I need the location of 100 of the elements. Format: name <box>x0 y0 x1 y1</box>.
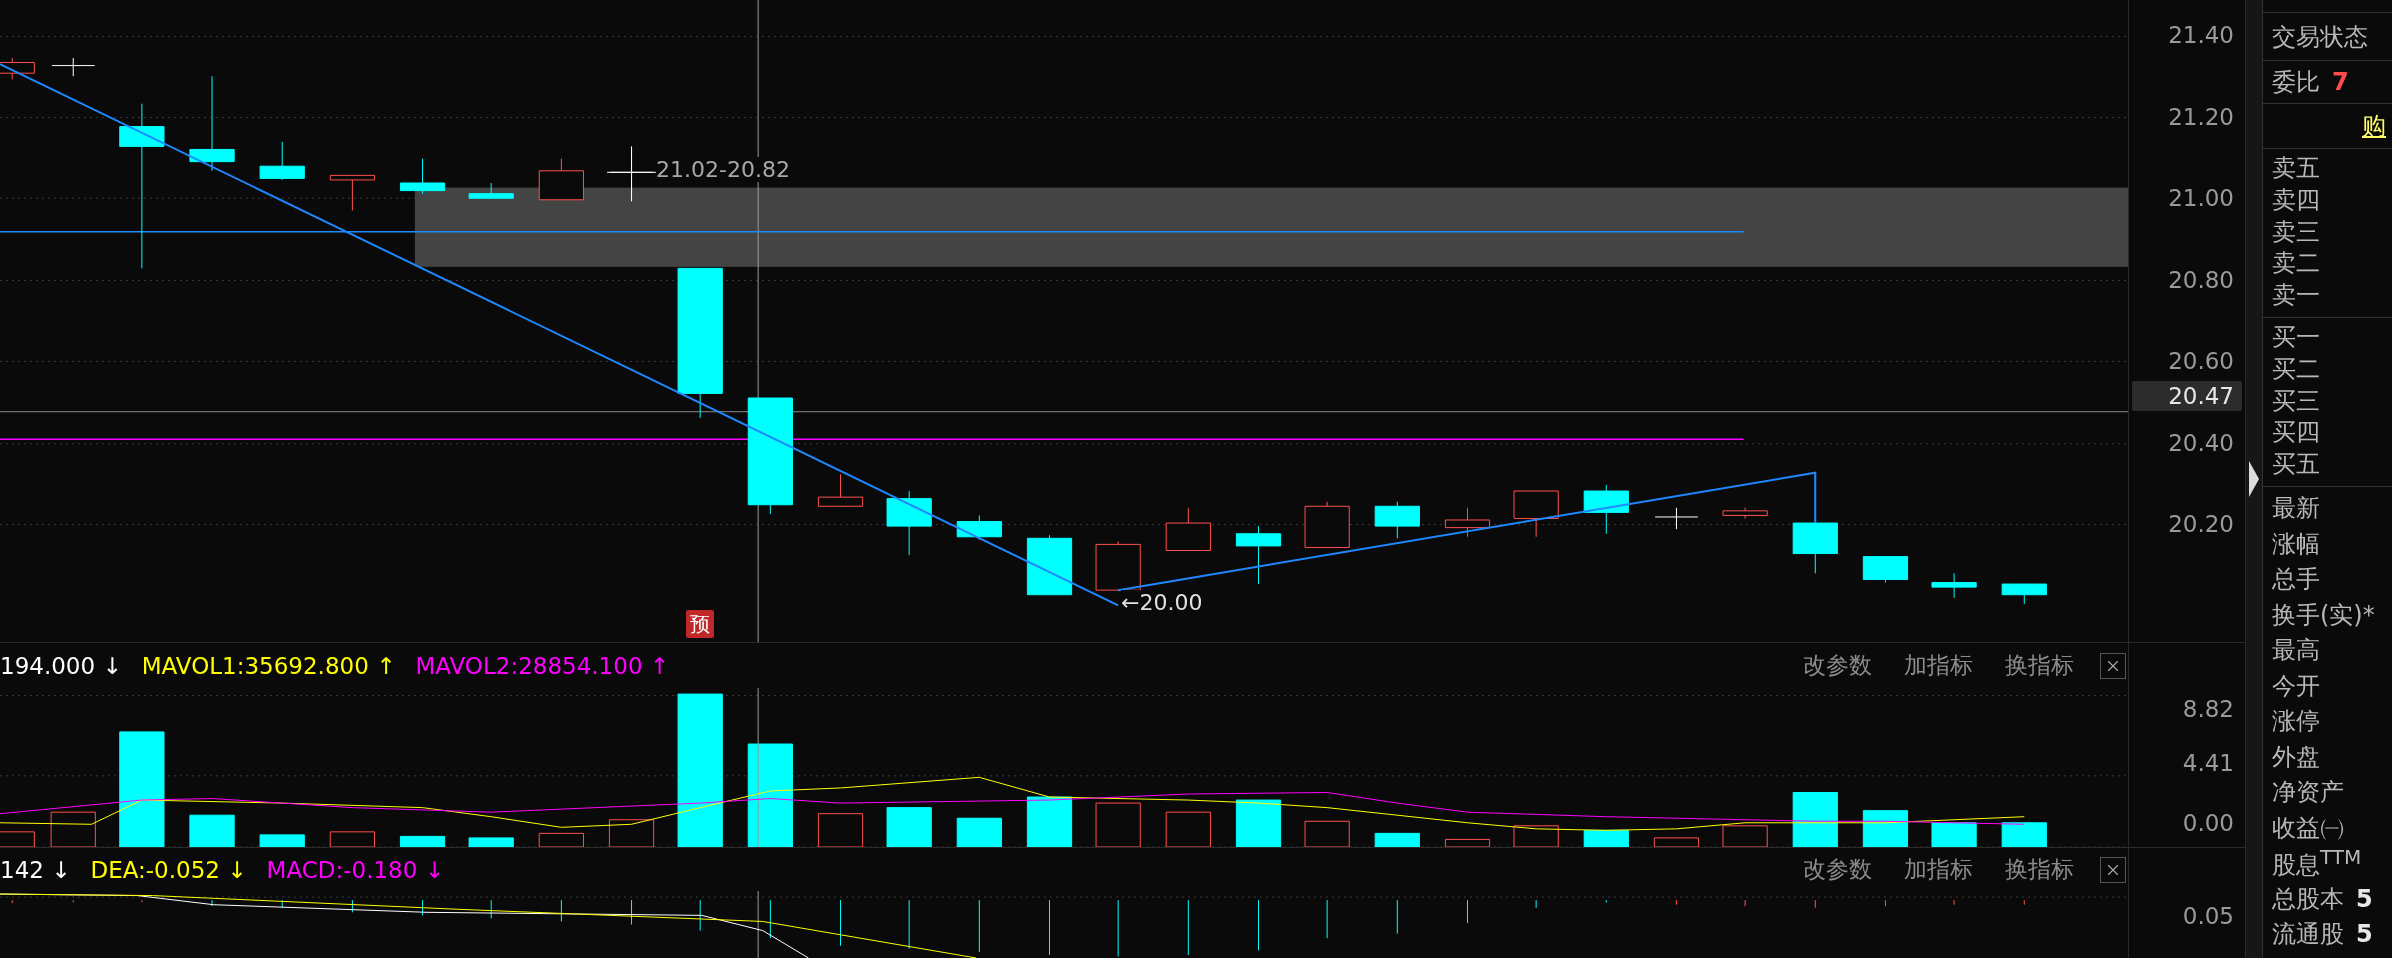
field-label: 交易状态 <box>2272 21 2368 53</box>
volume-bar <box>1792 792 1838 847</box>
expand-handle[interactable] <box>2245 0 2262 958</box>
volume-bar <box>817 813 864 847</box>
axis-tick: 4.41 <box>2182 752 2234 775</box>
volume-bar <box>1235 799 1282 847</box>
field-value: 7 <box>2332 68 2349 97</box>
volume-bar <box>1653 837 1700 847</box>
candlestick <box>1374 501 1420 539</box>
indicator-reading: MAVOL1:35692.800 ↑ <box>141 652 396 679</box>
candlestick <box>1931 572 1977 599</box>
close-button[interactable] <box>2100 856 2126 883</box>
volume-bar <box>1444 838 1491 847</box>
bid-label: 买二 <box>2272 353 2320 385</box>
candlestick <box>1026 534 1073 596</box>
candlestick <box>329 174 375 211</box>
axis-tick: 8.82 <box>2182 698 2234 721</box>
axis-tick: 21.20 <box>2168 105 2234 129</box>
volume-bar <box>399 835 446 847</box>
field-label: 总股本 <box>2272 883 2344 915</box>
volume-bar <box>1513 825 1559 847</box>
axis-tick: 0.00 <box>2182 812 2234 835</box>
bid-label: 买五 <box>2272 448 2320 480</box>
volume-bar <box>1862 810 1909 847</box>
close-button[interactable] <box>2100 652 2126 679</box>
bid-label: 买四 <box>2272 417 2320 449</box>
axis-tick: 21.40 <box>2168 24 2234 47</box>
indicator-reading: 194.000 ↓ <box>0 652 122 679</box>
range-label: 21.02-20.82 <box>656 157 790 182</box>
volume-bar <box>1165 811 1211 847</box>
axis-tick: 20.60 <box>2168 350 2234 373</box>
volume-bar <box>956 817 1002 847</box>
volume-bar <box>259 834 305 847</box>
indicator-button[interactable]: 加指标 <box>1898 650 1979 681</box>
current-price-label: 20.47 <box>2132 381 2242 411</box>
volume-bar <box>468 837 514 847</box>
indicator-button[interactable]: 改参数 <box>1797 854 1878 885</box>
indicator-button[interactable]: 改参数 <box>1797 650 1878 681</box>
ask-label: 卖四 <box>2272 184 2320 216</box>
volume-bar <box>1304 820 1350 847</box>
field-label: 换手(实)* <box>2272 599 2375 631</box>
volume-bar <box>329 831 375 847</box>
field-label: 最高 <box>2272 635 2320 667</box>
ask-label: 卖二 <box>2272 248 2320 280</box>
volume-bar <box>1722 825 1768 847</box>
volume-bar <box>1095 802 1141 847</box>
axis-tick: 20.40 <box>2168 431 2234 455</box>
candlestick <box>1304 501 1350 548</box>
indicator-button[interactable]: 换指标 <box>1999 650 2080 681</box>
indicator-reading: MAVOL2:28854.100 ↑ <box>415 652 670 679</box>
field-label: 涨幅 <box>2272 528 2320 560</box>
candlestick <box>1235 525 1282 585</box>
indicator-reading: 142 ↓ <box>0 856 71 883</box>
indicator-reading: DEA:-0.052 ↓ <box>90 856 247 883</box>
field-value: 5 <box>2356 920 2373 949</box>
ask-label: 卖五 <box>2272 153 2320 185</box>
candlestick <box>1862 556 1909 584</box>
candlestick <box>1444 507 1491 538</box>
candlestick <box>399 158 446 195</box>
volume-bar <box>2001 822 2047 847</box>
volume-bar <box>1026 796 1073 847</box>
indicator-reading: MACD:-0.180 ↓ <box>266 856 444 883</box>
candlestick <box>259 141 305 181</box>
volume-bar <box>1374 832 1420 847</box>
crosshair-line <box>757 891 759 958</box>
indicator-button[interactable]: 换指标 <box>1999 854 2080 885</box>
field-label: 收益㈠ <box>2272 812 2344 844</box>
axis-tick: 0.05 <box>2182 905 2234 928</box>
candlestick <box>1513 490 1559 538</box>
volume-bar <box>189 814 235 847</box>
field-label: 最新 <box>2272 493 2320 525</box>
candlestick <box>1583 484 1629 535</box>
volume-bar <box>886 807 932 847</box>
ask-label: 卖一 <box>2272 279 2320 311</box>
candlestick <box>956 514 1002 541</box>
candlestick <box>468 182 514 199</box>
candlestick <box>51 57 96 77</box>
candlestick <box>2001 583 2047 605</box>
candlestick <box>538 158 584 201</box>
candlestick <box>817 473 864 507</box>
axis-tick: 21.00 <box>2168 187 2234 210</box>
field-label: 总手 <box>2272 564 2320 596</box>
field-label: 委比 <box>2272 67 2320 99</box>
field-label: 流通股 <box>2272 919 2344 951</box>
candlestick <box>1095 540 1141 591</box>
volume-bar <box>608 819 655 847</box>
axis-tick: 20.80 <box>2168 268 2234 292</box>
buy-button[interactable]: 购 <box>2362 109 2386 142</box>
bid-label: 买一 <box>2272 322 2320 354</box>
candlestick <box>1722 507 1768 519</box>
candlestick <box>1165 507 1211 551</box>
indicator-button[interactable]: 加指标 <box>1898 854 1979 885</box>
ask-label: 卖三 <box>2272 216 2320 248</box>
field-label: 外盘 <box>2272 741 2320 773</box>
volume-bar <box>538 832 584 847</box>
forecast-badge: 预 <box>686 610 714 638</box>
field-label: 股息$^{TTM}$ <box>2272 845 2362 882</box>
field-label: 净资产 <box>2272 777 2344 809</box>
axis-tick: 20.20 <box>2168 513 2234 536</box>
volume-bar <box>1931 822 1977 847</box>
